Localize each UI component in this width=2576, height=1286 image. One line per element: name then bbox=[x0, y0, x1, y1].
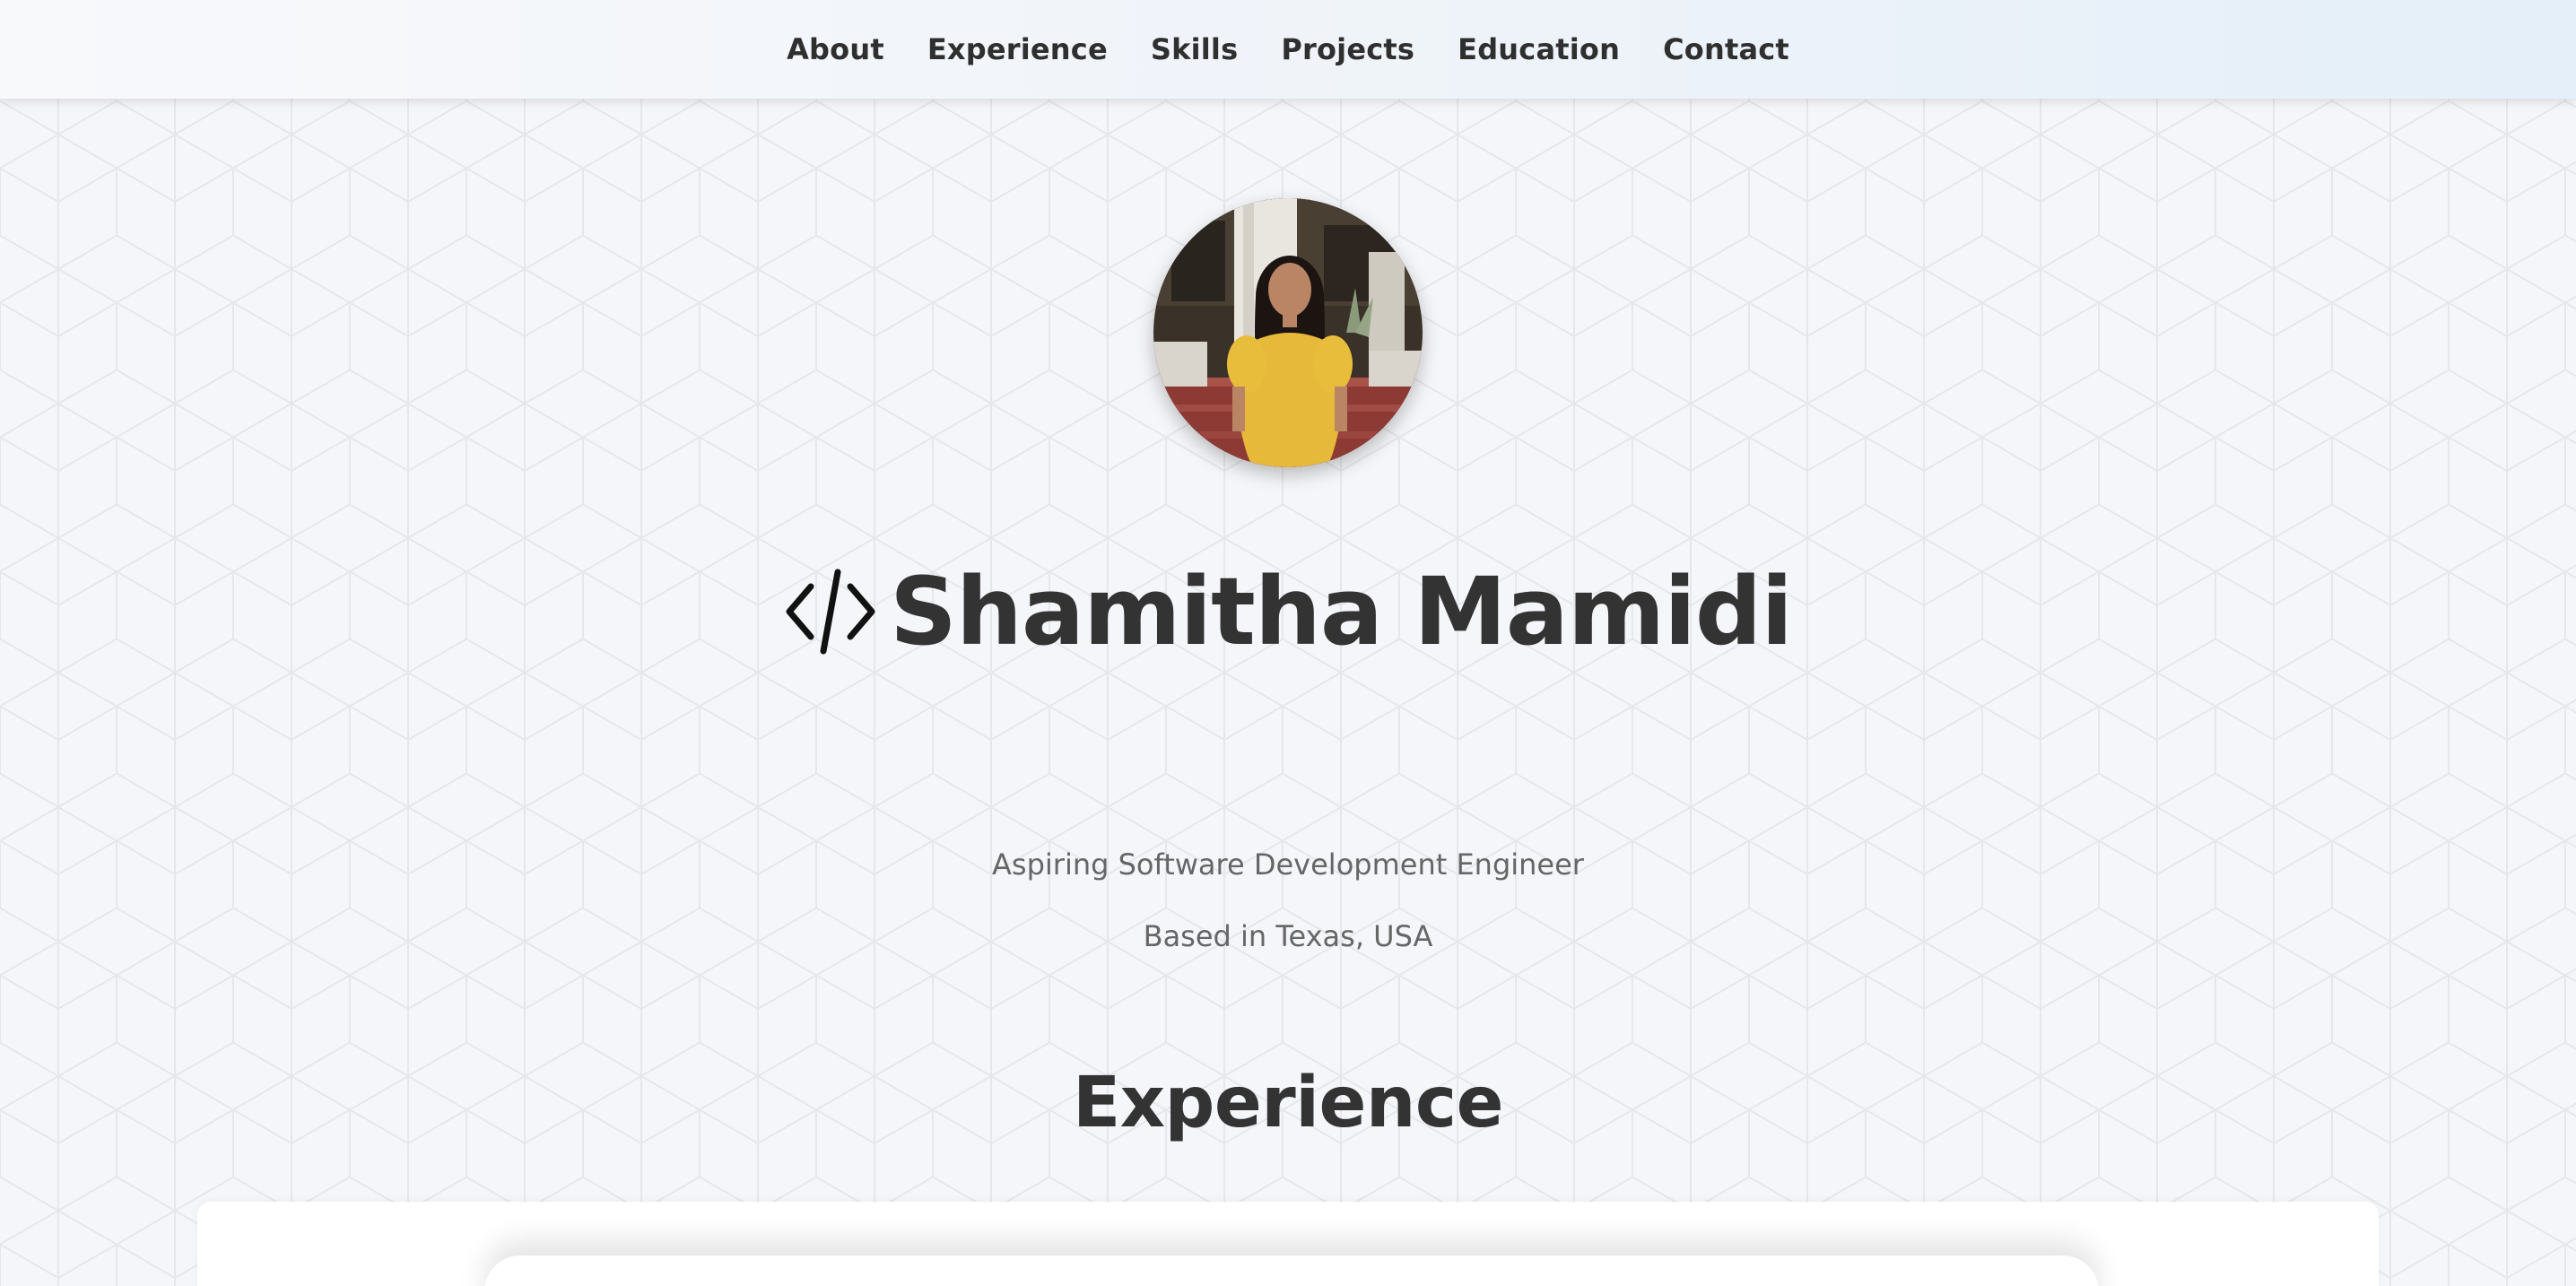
nav-link-contact[interactable]: Contact bbox=[1663, 32, 1789, 66]
experience-card bbox=[197, 1202, 2379, 1286]
nav-list: About Experience Skills Projects Educati… bbox=[787, 32, 1789, 66]
hero-location: Based in Texas, USA bbox=[1143, 919, 1433, 953]
name-heading-row: Shamitha Mamidi bbox=[0, 565, 2576, 658]
code-brackets-icon bbox=[786, 569, 875, 655]
nav-link-experience[interactable]: Experience bbox=[927, 32, 1108, 66]
avatar bbox=[1153, 198, 1423, 467]
nav-link-about[interactable]: About bbox=[787, 32, 884, 66]
top-navbar: About Experience Skills Projects Educati… bbox=[0, 0, 2576, 99]
profile-photo bbox=[1153, 198, 1423, 467]
experience-heading: Experience bbox=[1072, 1063, 1504, 1143]
experience-card-inner bbox=[484, 1256, 2099, 1286]
nav-link-projects[interactable]: Projects bbox=[1281, 32, 1414, 66]
hero-tagline: Aspiring Software Development Engineer bbox=[992, 847, 1584, 882]
hero-name: Shamitha Mamidi bbox=[889, 557, 1793, 666]
nav-link-skills[interactable]: Skills bbox=[1151, 32, 1238, 66]
nav-link-education[interactable]: Education bbox=[1458, 32, 1620, 66]
page: About Experience Skills Projects Educati… bbox=[0, 0, 2576, 1286]
